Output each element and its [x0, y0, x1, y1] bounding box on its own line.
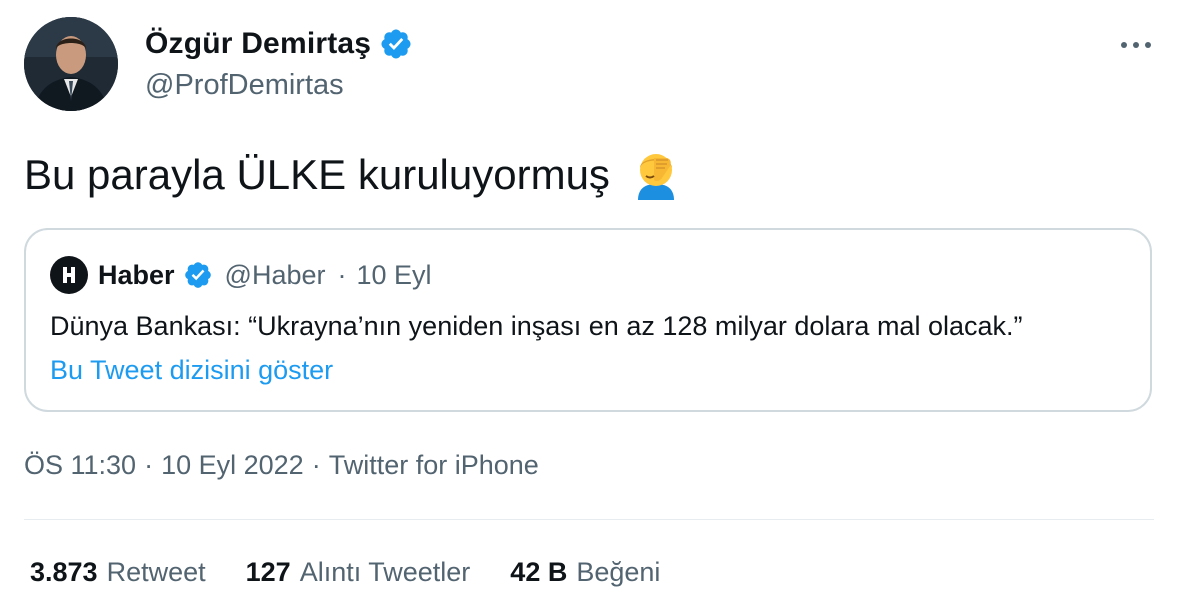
- quoted-tweet-header: Haber @Haber · 10 Eyl: [50, 256, 432, 294]
- meta-separator: ·: [144, 450, 154, 480]
- quoted-author-handle[interactable]: @Haber: [225, 260, 326, 291]
- tweet-source[interactable]: Twitter for iPhone: [329, 450, 539, 481]
- tweet-stats: 3.873 Retweet 127 Alıntı Tweetler 42 B B…: [30, 557, 660, 588]
- quoted-verified-badge-icon: [184, 262, 211, 288]
- author-handle[interactable]: @ProfDemirtas: [145, 69, 344, 102]
- quoted-tweet-text: Dünya Bankası: “Ukrayna’nın yeniden inşa…: [50, 311, 1023, 341]
- author-name[interactable]: Özgür Demirtaş: [145, 27, 371, 61]
- more-options-icon[interactable]: [1118, 38, 1154, 52]
- divider: [24, 519, 1154, 520]
- author-name-row[interactable]: Özgür Demirtaş: [145, 27, 413, 61]
- show-thread-link[interactable]: Bu Tweet dizisini göster: [50, 355, 333, 386]
- author-avatar[interactable]: [24, 17, 118, 111]
- tweet-time[interactable]: ÖS 11:30: [24, 450, 136, 481]
- quote-tweet-count[interactable]: 127 Alıntı Tweetler: [246, 557, 471, 588]
- stat-count: 3.873: [30, 557, 98, 587]
- haber-logo-icon[interactable]: [50, 256, 88, 294]
- verified-badge-icon: [381, 29, 411, 59]
- stat-count: 42 B: [510, 557, 568, 587]
- tweet-metadata: ÖS 11:30 · 10 Eyl 2022 · Twitter for iPh…: [24, 450, 539, 481]
- quoted-separator: ·: [337, 259, 347, 290]
- stat-count: 127: [245, 557, 291, 587]
- quoted-tweet-card[interactable]: Haber @Haber · 10 Eyl Dünya Bankası: “Uk…: [24, 228, 1152, 412]
- face-palm-icon: [637, 154, 674, 200]
- like-count[interactable]: 42 B Beğeni: [510, 557, 660, 588]
- tweet-date[interactable]: 10 Eyl 2022: [161, 450, 304, 481]
- quoted-author-name[interactable]: Haber: [98, 260, 175, 291]
- tweet-body: Bu parayla ÜLKE kuruluyormuş: [24, 148, 680, 202]
- meta-separator: ·: [311, 450, 321, 480]
- stat-label: Beğeni: [576, 557, 661, 587]
- tweet-text: Bu parayla ÜLKE kuruluyormuş: [24, 151, 610, 198]
- stat-label: Alıntı Tweetler: [299, 557, 471, 587]
- stat-label: Retweet: [106, 557, 206, 587]
- retweet-count[interactable]: 3.873 Retweet: [30, 557, 206, 588]
- quoted-date[interactable]: 10 Eyl: [356, 260, 431, 291]
- avatar-photo: [24, 17, 118, 111]
